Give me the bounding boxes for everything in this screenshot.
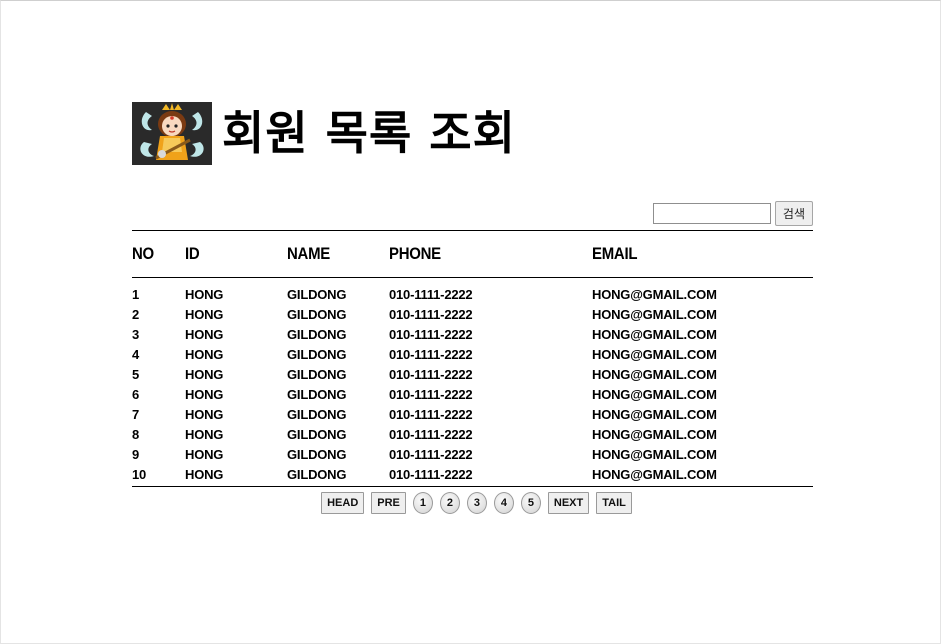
table-row[interactable]: 7 HONG GILDONG 010-1111-2222 HONG@GMAIL.… [132, 404, 813, 424]
cell-email: HONG@GMAIL.COM [592, 286, 717, 302]
cell-email: HONG@GMAIL.COM [592, 406, 717, 422]
cell-phone: 010-1111-2222 [389, 366, 473, 382]
member-list-container: 회원 목록 조회 검색 NO ID NAME PHONE EMAIL 1 HON… [132, 100, 813, 514]
cell-phone: 010-1111-2222 [389, 306, 473, 322]
head-button[interactable]: HEAD [321, 492, 365, 514]
page-title: 회원 목록 조회 [222, 106, 516, 160]
page-header: 회원 목록 조회 [132, 100, 813, 166]
cell-phone: 010-1111-2222 [389, 466, 473, 482]
cell-name: GILDONG [287, 366, 347, 382]
table-row[interactable]: 3 HONG GILDONG 010-1111-2222 HONG@GMAIL.… [132, 324, 813, 344]
cell-id: HONG [185, 406, 224, 422]
pagination: HEAD PRE 1 2 3 4 5 NEXT TAIL [132, 492, 813, 514]
cell-name: GILDONG [287, 346, 347, 362]
cell-name: GILDONG [287, 426, 347, 442]
column-header-email: EMAIL [592, 244, 638, 263]
table-row[interactable]: 10 HONG GILDONG 010-1111-2222 HONG@GMAIL… [132, 464, 813, 486]
cell-email: HONG@GMAIL.COM [592, 306, 717, 322]
table-row[interactable]: 1 HONG GILDONG 010-1111-2222 HONG@GMAIL.… [132, 278, 813, 305]
cell-email: HONG@GMAIL.COM [592, 346, 717, 362]
table-row[interactable]: 5 HONG GILDONG 010-1111-2222 HONG@GMAIL.… [132, 364, 813, 384]
column-header-no: NO [132, 244, 154, 263]
column-header-phone: PHONE [389, 244, 441, 263]
cell-email: HONG@GMAIL.COM [592, 446, 717, 462]
cell-id: HONG [185, 326, 224, 342]
cell-no: 2 [132, 306, 140, 322]
cell-name: GILDONG [287, 326, 347, 342]
cell-name: GILDONG [287, 386, 347, 402]
cell-email: HONG@GMAIL.COM [592, 466, 717, 482]
cell-email: HONG@GMAIL.COM [592, 326, 717, 342]
page-button-1[interactable]: 1 [412, 492, 433, 514]
cell-name: GILDONG [287, 306, 347, 322]
search-button[interactable]: 검색 [774, 201, 813, 226]
cell-id: HONG [185, 386, 224, 402]
table-header: NO ID NAME PHONE EMAIL [132, 231, 813, 278]
page-frame: 회원 목록 조회 검색 NO ID NAME PHONE EMAIL 1 HON… [0, 0, 941, 644]
cell-no: 5 [132, 366, 140, 382]
cell-no: 4 [132, 346, 140, 362]
page-button-3[interactable]: 3 [466, 492, 487, 514]
page-button-5[interactable]: 5 [520, 492, 541, 514]
column-header-id: ID [185, 244, 200, 263]
cell-phone: 010-1111-2222 [389, 326, 473, 342]
cell-id: HONG [185, 446, 224, 462]
tail-button[interactable]: TAIL [596, 492, 632, 514]
table-body: 1 HONG GILDONG 010-1111-2222 HONG@GMAIL.… [132, 278, 813, 487]
cell-id: HONG [185, 346, 224, 362]
column-header-name: NAME [287, 244, 330, 263]
cell-phone: 010-1111-2222 [389, 346, 473, 362]
table-row[interactable]: 2 HONG GILDONG 010-1111-2222 HONG@GMAIL.… [132, 304, 813, 324]
next-button[interactable]: NEXT [547, 492, 590, 514]
cell-phone: 010-1111-2222 [389, 406, 473, 422]
table-row[interactable]: 4 HONG GILDONG 010-1111-2222 HONG@GMAIL.… [132, 344, 813, 364]
cell-name: GILDONG [287, 406, 347, 422]
cell-email: HONG@GMAIL.COM [592, 366, 717, 382]
cell-id: HONG [185, 426, 224, 442]
table-row[interactable]: 6 HONG GILDONG 010-1111-2222 HONG@GMAIL.… [132, 384, 813, 404]
cell-email: HONG@GMAIL.COM [592, 386, 717, 402]
cell-no: 7 [132, 406, 140, 422]
cell-id: HONG [185, 306, 224, 322]
cell-phone: 010-1111-2222 [389, 286, 473, 302]
cell-no: 6 [132, 386, 140, 402]
search-input[interactable] [652, 203, 771, 224]
cell-no: 10 [132, 466, 147, 482]
table-header-row: NO ID NAME PHONE EMAIL [132, 231, 813, 278]
cell-name: GILDONG [287, 466, 347, 482]
prev-button[interactable]: PRE [371, 492, 406, 514]
search-bar: 검색 [132, 201, 813, 226]
cell-phone: 010-1111-2222 [389, 426, 473, 442]
cell-no: 9 [132, 446, 140, 462]
cell-id: HONG [185, 286, 224, 302]
cell-no: 8 [132, 426, 140, 442]
cell-no: 3 [132, 326, 140, 342]
cell-id: HONG [185, 366, 224, 382]
cell-phone: 010-1111-2222 [389, 446, 473, 462]
table-row[interactable]: 8 HONG GILDONG 010-1111-2222 HONG@GMAIL.… [132, 424, 813, 444]
cell-name: GILDONG [287, 286, 347, 302]
page-button-2[interactable]: 2 [439, 492, 460, 514]
cell-phone: 010-1111-2222 [389, 386, 473, 402]
table-row[interactable]: 9 HONG GILDONG 010-1111-2222 HONG@GMAIL.… [132, 444, 813, 464]
character-avatar-icon [132, 101, 212, 165]
cell-email: HONG@GMAIL.COM [592, 426, 717, 442]
page-button-4[interactable]: 4 [493, 492, 514, 514]
cell-no: 1 [132, 286, 140, 302]
cell-id: HONG [185, 466, 224, 482]
table-bottom-divider [132, 486, 813, 487]
member-table: NO ID NAME PHONE EMAIL 1 HONG GILDONG 01… [132, 231, 813, 486]
cell-name: GILDONG [287, 446, 347, 462]
